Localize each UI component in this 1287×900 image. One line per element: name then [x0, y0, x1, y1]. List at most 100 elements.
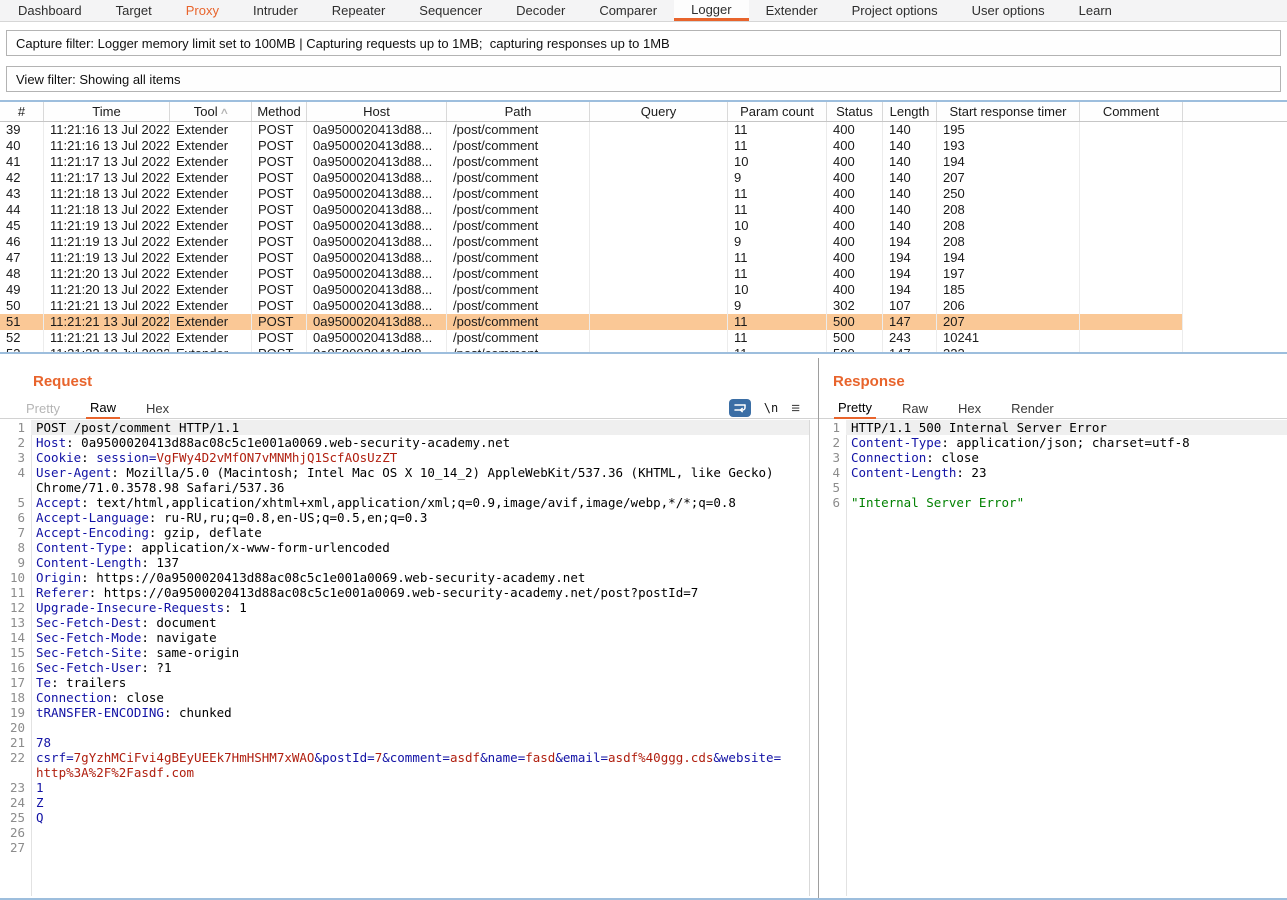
word-wrap-icon[interactable] — [729, 399, 751, 417]
response-tab-pretty[interactable]: Pretty — [834, 398, 876, 419]
cell-tool: Extender — [170, 186, 252, 202]
cell-tool: Extender — [170, 330, 252, 346]
cell-comment — [1080, 154, 1183, 170]
column-header-host[interactable]: Host — [307, 102, 447, 121]
column-header-tool[interactable]: Tool∧ — [170, 102, 252, 121]
menu-tab-extender[interactable]: Extender — [749, 0, 835, 21]
editor-line: 5 — [819, 480, 1287, 495]
request-tab-hex[interactable]: Hex — [142, 398, 173, 418]
line-content: http%3A%2F%2Fasdf.com — [31, 765, 809, 780]
response-tab-raw[interactable]: Raw — [898, 398, 932, 418]
cell-host: 0a9500020413d88... — [307, 314, 447, 330]
column-header-path[interactable]: Path — [447, 102, 590, 121]
column-header-time[interactable]: Time — [44, 102, 170, 121]
log-row-50[interactable]: 5011:21:21 13 Jul 2022ExtenderPOST0a9500… — [0, 298, 1287, 314]
editor-menu-icon[interactable]: ≡ — [791, 401, 800, 416]
cell-query — [590, 234, 728, 250]
cell-status: 400 — [827, 250, 883, 266]
log-row-39[interactable]: 3911:21:16 13 Jul 2022ExtenderPOST0a9500… — [0, 122, 1287, 138]
editor-line: 5Accept: text/html,application/xhtml+xml… — [0, 495, 809, 510]
column-header-status[interactable]: Status — [827, 102, 883, 121]
menu-tab-decoder[interactable]: Decoder — [499, 0, 582, 21]
menu-tab-learn[interactable]: Learn — [1062, 0, 1129, 21]
response-tab-render[interactable]: Render — [1007, 398, 1058, 418]
capture-filter-bar[interactable]: Capture filter: Logger memory limit set … — [6, 30, 1281, 56]
cell-length: 194 — [883, 266, 937, 282]
cell-host: 0a9500020413d88... — [307, 298, 447, 314]
menu-tab-proxy[interactable]: Proxy — [169, 0, 236, 21]
menu-tab-dashboard[interactable]: Dashboard — [1, 0, 99, 21]
menu-tab-target[interactable]: Target — [99, 0, 169, 21]
editor-line: 4User-Agent: Mozilla/5.0 (Macintosh; Int… — [0, 465, 809, 480]
editor-line: 3Cookie: session=VgFWy4D2vMfON7vMNMhjQ1S… — [0, 450, 809, 465]
cell-tool: Extender — [170, 346, 252, 354]
column-label: Start response timer — [949, 104, 1066, 119]
request-tab-raw[interactable]: Raw — [86, 398, 120, 419]
log-row-43[interactable]: 4311:21:18 13 Jul 2022ExtenderPOST0a9500… — [0, 186, 1287, 202]
column-header-#[interactable]: # — [0, 102, 44, 121]
log-row-44[interactable]: 4411:21:18 13 Jul 2022ExtenderPOST0a9500… — [0, 202, 1287, 218]
cell-query — [590, 170, 728, 186]
line-content: Accept-Language: ru-RU,ru;q=0.8,en-US;q=… — [31, 510, 809, 525]
column-header-length[interactable]: Length — [883, 102, 937, 121]
line-number: 21 — [0, 735, 31, 750]
view-filter-bar[interactable]: View filter: Showing all items — [6, 66, 1281, 92]
editor-line: 22csrf=7gYzhMCiFvi4gBEyUEEk7HmHSHM7xWAO&… — [0, 750, 809, 765]
menu-tab-sequencer[interactable]: Sequencer — [402, 0, 499, 21]
log-row-41[interactable]: 4111:21:17 13 Jul 2022ExtenderPOST0a9500… — [0, 154, 1287, 170]
log-row-48[interactable]: 4811:21:20 13 Jul 2022ExtenderPOST0a9500… — [0, 266, 1287, 282]
log-row-45[interactable]: 4511:21:19 13 Jul 2022ExtenderPOST0a9500… — [0, 218, 1287, 234]
column-header-comment[interactable]: Comment — [1080, 102, 1183, 121]
log-row-42[interactable]: 4211:21:17 13 Jul 2022ExtenderPOST0a9500… — [0, 170, 1287, 186]
cell-params: 11 — [728, 250, 827, 266]
request-panel: Request PrettyRawHex\n≡ 1POST /post/comm… — [0, 358, 818, 898]
line-number — [0, 765, 31, 780]
cell-filler — [1183, 266, 1287, 282]
log-row-53[interactable]: 5311:21:22 13 Jul 2022ExtenderPOST0a9500… — [0, 346, 1287, 354]
cell-query — [590, 314, 728, 330]
line-content: Q — [31, 810, 809, 825]
menu-tab-repeater[interactable]: Repeater — [315, 0, 402, 21]
column-header-query[interactable]: Query — [590, 102, 728, 121]
line-number: 1 — [819, 420, 846, 435]
log-row-49[interactable]: 4911:21:20 13 Jul 2022ExtenderPOST0a9500… — [0, 282, 1287, 298]
cell-num: 43 — [0, 186, 44, 202]
menu-tab-comparer[interactable]: Comparer — [582, 0, 674, 21]
line-number: 5 — [819, 480, 846, 495]
line-number: 1 — [0, 420, 31, 435]
cell-timer: 208 — [937, 202, 1080, 218]
menu-tab-logger[interactable]: Logger — [674, 0, 748, 21]
log-row-46[interactable]: 4611:21:19 13 Jul 2022ExtenderPOST0a9500… — [0, 234, 1287, 250]
column-label: Status — [836, 104, 873, 119]
request-tab-pretty[interactable]: Pretty — [22, 398, 64, 418]
cell-filler — [1183, 170, 1287, 186]
menu-tab-intruder[interactable]: Intruder — [236, 0, 315, 21]
cell-filler — [1183, 154, 1287, 170]
column-header-start-response-timer[interactable]: Start response timer — [937, 102, 1080, 121]
cell-time: 11:21:21 13 Jul 2022 — [44, 298, 170, 314]
log-row-52[interactable]: 5211:21:21 13 Jul 2022ExtenderPOST0a9500… — [0, 330, 1287, 346]
line-content: Content-Length: 23 — [846, 465, 1287, 480]
cell-time: 11:21:20 13 Jul 2022 — [44, 266, 170, 282]
editor-line: 17Te: trailers — [0, 675, 809, 690]
cell-query — [590, 202, 728, 218]
request-editor[interactable]: 1POST /post/comment HTTP/1.12Host: 0a950… — [0, 420, 810, 896]
response-tab-hex[interactable]: Hex — [954, 398, 985, 418]
cell-length: 140 — [883, 138, 937, 154]
log-row-51[interactable]: 5111:21:21 13 Jul 2022ExtenderPOST0a9500… — [0, 314, 1287, 330]
log-row-47[interactable]: 4711:21:19 13 Jul 2022ExtenderPOST0a9500… — [0, 250, 1287, 266]
show-newlines-icon[interactable]: \n — [764, 401, 778, 415]
cell-num: 48 — [0, 266, 44, 282]
log-row-40[interactable]: 4011:21:16 13 Jul 2022ExtenderPOST0a9500… — [0, 138, 1287, 154]
menu-tab-user-options[interactable]: User options — [955, 0, 1062, 21]
line-number: 6 — [0, 510, 31, 525]
response-editor[interactable]: 1HTTP/1.1 500 Internal Server Error2Cont… — [819, 420, 1287, 896]
cell-time: 11:21:16 13 Jul 2022 — [44, 122, 170, 138]
line-number: 6 — [819, 495, 846, 510]
menu-tab-project-options[interactable]: Project options — [835, 0, 955, 21]
editor-line: 26 — [0, 825, 809, 840]
column-header-param-count[interactable]: Param count — [728, 102, 827, 121]
column-header-method[interactable]: Method — [252, 102, 307, 121]
line-number: 23 — [0, 780, 31, 795]
cell-filler — [1183, 138, 1287, 154]
